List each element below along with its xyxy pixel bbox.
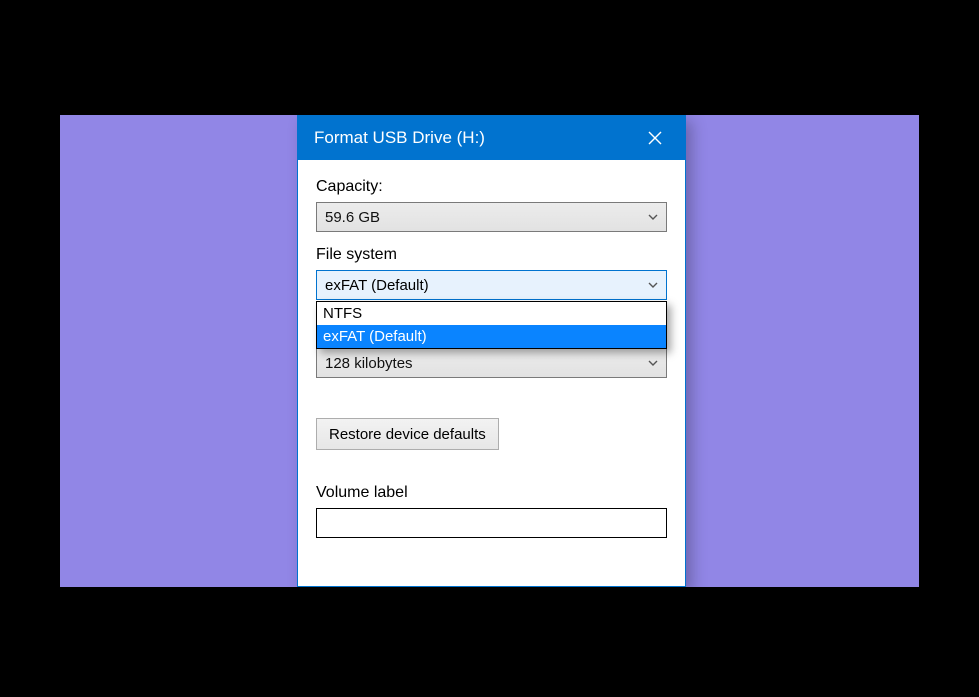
file-system-combo[interactable]: exFAT (Default) <box>316 270 667 300</box>
capacity-combo[interactable]: 59.6 GB <box>316 202 667 232</box>
close-icon <box>648 131 662 145</box>
file-system-option-exfat[interactable]: exFAT (Default) <box>317 325 666 348</box>
close-button[interactable] <box>637 120 673 156</box>
restore-defaults-label: Restore device defaults <box>329 426 486 443</box>
file-system-option-ntfs[interactable]: NTFS <box>317 302 666 325</box>
chevron-down-icon <box>646 278 660 292</box>
file-system-label: File system <box>316 246 667 264</box>
capacity-label: Capacity: <box>316 178 667 196</box>
file-system-selected: exFAT (Default) <box>325 277 429 294</box>
chevron-down-icon <box>646 210 660 224</box>
restore-defaults-button[interactable]: Restore device defaults <box>316 418 499 450</box>
dialog-body: Capacity: 59.6 GB File system exFAT (Def… <box>298 160 685 300</box>
window-title: Format USB Drive (H:) <box>314 128 485 148</box>
format-dialog: Format USB Drive (H:) Capacity: 59.6 GB <box>297 115 686 587</box>
desktop-background: Format USB Drive (H:) Capacity: 59.6 GB <box>60 115 919 587</box>
volume-label-input[interactable] <box>316 508 667 538</box>
titlebar: Format USB Drive (H:) <box>298 116 685 160</box>
allocation-combo[interactable]: 128 kilobytes <box>316 348 667 378</box>
chevron-down-icon <box>646 356 660 370</box>
file-system-dropdown: NTFS exFAT (Default) <box>316 301 667 349</box>
allocation-value: 128 kilobytes <box>325 355 413 372</box>
capacity-value: 59.6 GB <box>325 209 380 226</box>
volume-label-text: Volume label <box>316 484 408 502</box>
